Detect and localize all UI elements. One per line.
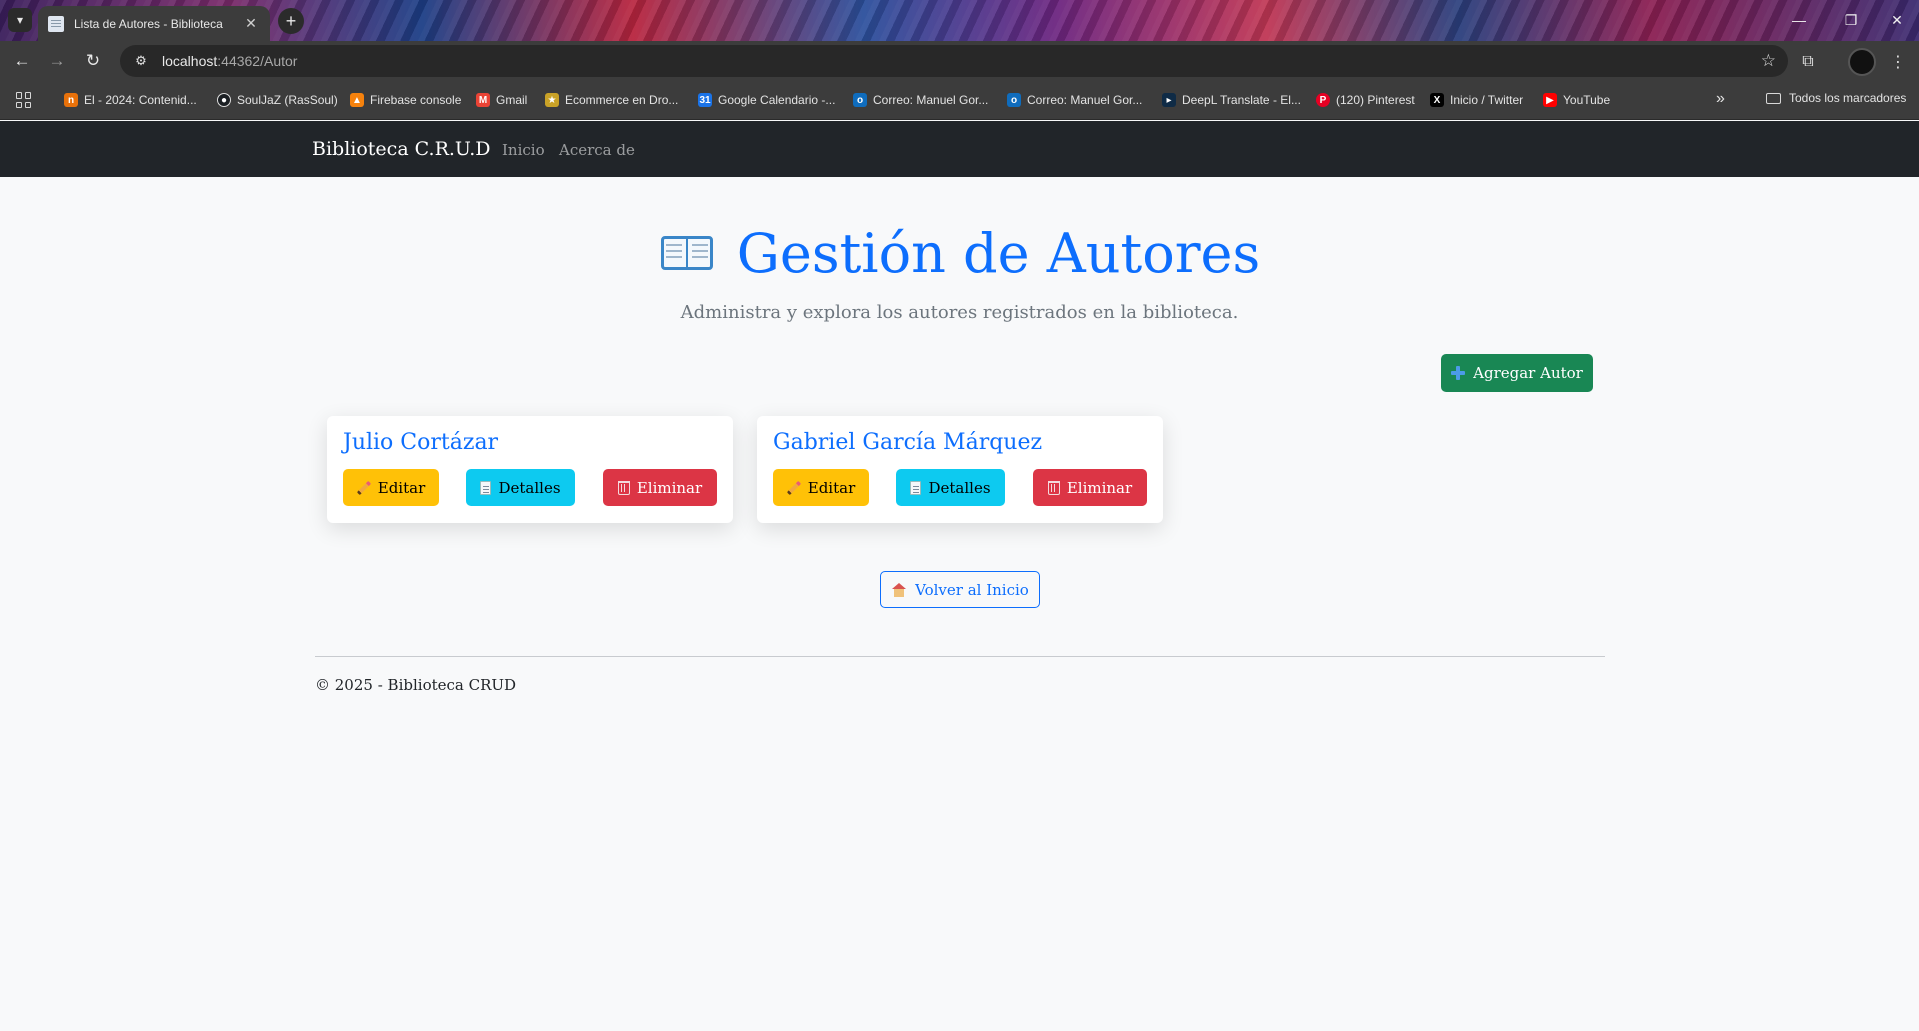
delete-button[interactable]: Eliminar (1033, 469, 1147, 506)
bookmarks-bar: n El - 2024: Contenid... ● SoulJaZ (RasSou… (0, 80, 1919, 120)
bookmark-item[interactable]: P (120) Pinterest (1316, 91, 1415, 109)
bookmark-item[interactable]: ▸ DeepL Translate - El... (1162, 91, 1301, 109)
add-author-button[interactable]: Agregar Autor (1441, 354, 1593, 392)
folder-icon (1766, 92, 1781, 104)
bookmark-item[interactable]: ▶ YouTube (1543, 91, 1610, 109)
author-name: Julio Cortázar (343, 430, 499, 455)
youtube-icon: ▶ (1543, 93, 1557, 107)
nav-link-inicio[interactable]: Inicio (502, 141, 545, 159)
document-icon (480, 480, 492, 495)
bookmark-item[interactable]: ▲ Firebase console (350, 91, 461, 109)
browser-toolbar: ← → ↻ ⚙ localhost:44362/Autor ☆ ⧉ ⋮ (0, 41, 1919, 80)
page-title: Gestión de Autores (0, 222, 1919, 285)
restore-icon[interactable]: ❐ (1828, 8, 1874, 32)
page-favicon-icon (48, 15, 64, 32)
house-icon (891, 582, 907, 597)
close-window-icon[interactable]: ✕ (1874, 8, 1919, 32)
delete-button[interactable]: Eliminar (603, 469, 717, 506)
reload-icon[interactable]: ↻ (82, 50, 104, 72)
trash-icon (1047, 480, 1060, 495)
x-icon: X (1430, 93, 1444, 107)
trash-icon (617, 480, 630, 495)
footer-divider (315, 656, 1605, 657)
pinterest-icon: P (1316, 93, 1330, 107)
deepl-icon: ▸ (1162, 93, 1176, 107)
page-title-text: Gestión de Autores (736, 222, 1261, 285)
nav-link-acerca[interactable]: Acerca de (559, 141, 635, 159)
document-icon (910, 480, 922, 495)
minimize-icon[interactable]: — (1776, 8, 1822, 32)
new-tab-button[interactable]: + (278, 8, 304, 34)
bookmark-item[interactable]: 31 Google Calendario -... (698, 91, 835, 109)
back-arrow-icon[interactable]: ← (11, 50, 33, 72)
bookmark-item[interactable]: M Gmail (476, 91, 527, 109)
author-card: Gabriel García Márquez Editar Detalles E… (757, 416, 1163, 523)
edit-button[interactable]: Editar (773, 469, 869, 506)
footer-copyright: © 2025 - Biblioteca CRUD (315, 676, 517, 694)
details-button[interactable]: Detalles (466, 469, 575, 506)
author-name: Gabriel García Márquez (773, 430, 1043, 455)
outlook-icon: o (1007, 93, 1021, 107)
author-card: Julio Cortázar Editar Detalles Eliminar (327, 416, 733, 523)
address-bar[interactable]: ⚙ localhost:44362/Autor ☆ (120, 45, 1788, 77)
page-subtitle: Administra y explora los autores registr… (680, 302, 1239, 323)
outlook-icon: o (853, 93, 867, 107)
browser-tab-active[interactable]: Lista de Autores - Biblioteca ✕ (38, 6, 270, 41)
bookmark-item[interactable]: o Correo: Manuel Gor... (1007, 91, 1142, 109)
extensions-icon[interactable]: ⧉ (1796, 50, 1820, 74)
forward-arrow-icon[interactable]: → (46, 50, 68, 72)
navbar-brand[interactable]: Biblioteca C.R.U.D (312, 138, 490, 160)
firebase-icon: ▲ (350, 93, 364, 107)
gmail-icon: M (476, 93, 490, 107)
bars-icon: n (64, 93, 78, 107)
edit-button[interactable]: Editar (343, 469, 439, 506)
bookmark-star-icon[interactable]: ☆ (1761, 51, 1776, 71)
tab-title: Lista de Autores - Biblioteca (74, 16, 223, 31)
back-home-button[interactable]: Volver al Inicio (880, 571, 1040, 608)
tab-search-icon[interactable]: ▾ (8, 8, 32, 32)
bookmark-item[interactable]: o Correo: Manuel Gor... (853, 91, 988, 109)
app-navbar: Biblioteca C.R.U.D Inicio Acerca de (0, 121, 1919, 177)
profile-avatar[interactable] (1848, 48, 1876, 76)
tab-close-icon[interactable]: ✕ (242, 15, 260, 33)
menu-kebab-icon[interactable]: ⋮ (1886, 50, 1910, 74)
open-book-icon (659, 230, 715, 276)
all-bookmarks-folder[interactable]: Todos los marcadores (1766, 91, 1906, 105)
bookmark-item[interactable]: ★ Ecommerce en Dro... (545, 91, 678, 109)
url-text: localhost:44362/Autor (162, 53, 298, 69)
pencil-icon (787, 481, 801, 495)
bookmark-item[interactable]: n El - 2024: Contenid... (64, 91, 197, 109)
details-button[interactable]: Detalles (896, 469, 1005, 506)
calendar-icon: 31 (698, 93, 712, 107)
plus-icon (1451, 366, 1466, 380)
star-badge-icon: ★ (545, 93, 559, 107)
bookmark-item[interactable]: ● SoulJaZ (RasSoul) (217, 91, 338, 109)
apps-grid-icon[interactable] (16, 92, 32, 108)
pencil-icon (357, 481, 371, 495)
more-bookmarks-icon[interactable]: » (1716, 90, 1725, 108)
bookmark-item[interactable]: X Inicio / Twitter (1430, 91, 1523, 109)
github-icon: ● (217, 93, 231, 107)
site-info-icon[interactable]: ⚙ (129, 49, 153, 73)
